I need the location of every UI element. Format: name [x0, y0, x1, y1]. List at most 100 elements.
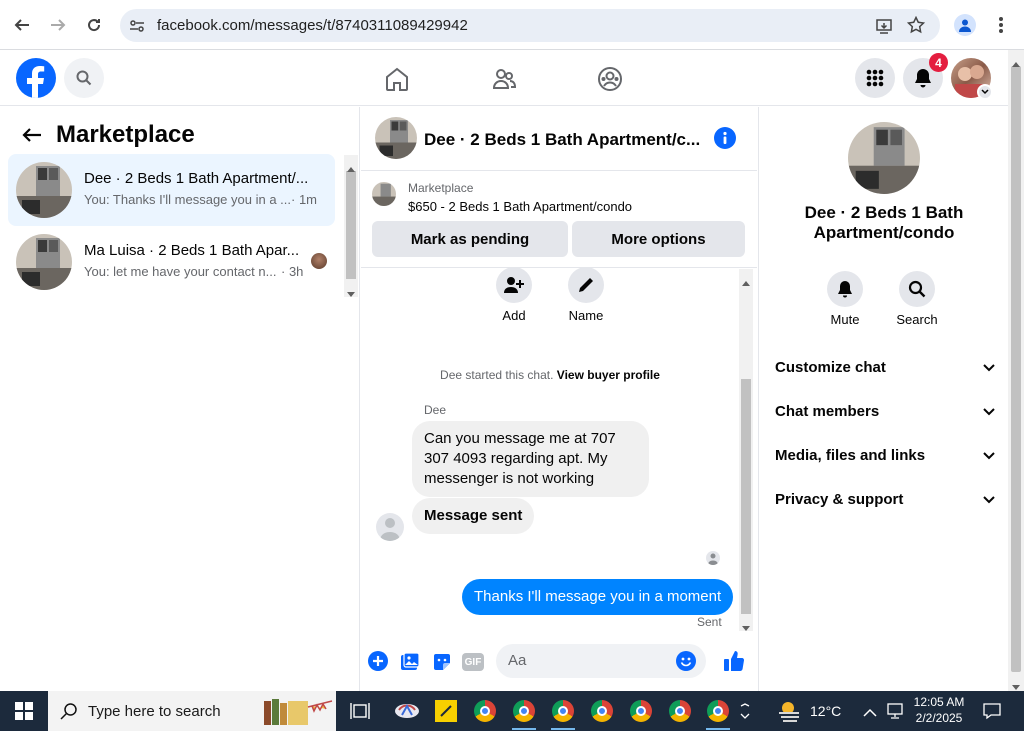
- reload-icon[interactable]: [82, 13, 106, 37]
- chrome-icon[interactable]: [665, 696, 695, 726]
- chrome-icon[interactable]: [626, 696, 656, 726]
- conversation-item[interactable]: Dee · 2 Beds 1 Bath Apartment/... You: T…: [8, 154, 335, 226]
- page-scrollbar-thumb[interactable]: [1011, 66, 1021, 672]
- more-options-button[interactable]: More options: [572, 221, 745, 257]
- facebook-header: 4: [0, 50, 1008, 106]
- clock-date: 2/2/2025: [915, 711, 963, 725]
- clock[interactable]: 12:05 AM 2/2/2025: [910, 694, 968, 726]
- chevron-down-icon[interactable]: [983, 359, 995, 376]
- listing-title[interactable]: $650 - 2 Beds 1 Bath Apartment/condo: [408, 199, 632, 214]
- chevron-down-icon[interactable]: [983, 403, 995, 420]
- notification-badge: 4: [929, 53, 948, 72]
- read-receipt-avatar: [311, 253, 327, 269]
- home-icon[interactable]: [384, 66, 410, 97]
- view-buyer-profile-link[interactable]: View buyer profile: [557, 368, 660, 382]
- sticky-notes-icon[interactable]: [431, 696, 461, 726]
- list-scrollbar-thumb[interactable]: [346, 171, 356, 279]
- windows-taskbar: Type here to search 12°C 12:05 AM 2/2/20…: [0, 691, 1024, 731]
- groups-icon[interactable]: [597, 66, 623, 97]
- running-indicator: [706, 728, 730, 730]
- chevron-down-icon[interactable]: [740, 703, 750, 724]
- back-arrow-icon[interactable]: [10, 13, 34, 37]
- listing-thumbnail[interactable]: [372, 182, 396, 206]
- address-bar[interactable]: facebook.com/messages/t/8740311089429942: [120, 9, 940, 42]
- search-icon[interactable]: [64, 58, 104, 98]
- install-app-icon[interactable]: [875, 17, 893, 40]
- scroll-down-icon[interactable]: [742, 619, 750, 637]
- site-settings-icon[interactable]: [129, 18, 145, 39]
- menu-grid-icon[interactable]: [855, 58, 895, 98]
- add-person-icon[interactable]: [496, 267, 532, 303]
- chrome-icon[interactable]: [587, 696, 617, 726]
- chrome-icon[interactable]: [470, 696, 500, 726]
- notification-center-icon[interactable]: [983, 702, 1001, 725]
- add-label[interactable]: Add: [491, 308, 537, 323]
- gallery-icon[interactable]: [400, 652, 420, 677]
- divider: [361, 267, 757, 268]
- mark-as-pending-button[interactable]: Mark as pending: [372, 221, 568, 257]
- message-input[interactable]: Aa: [496, 644, 706, 678]
- customize-chat-section[interactable]: Customize chat: [775, 359, 995, 376]
- chrome-icon[interactable]: [703, 696, 733, 726]
- search-label[interactable]: Search: [889, 312, 945, 327]
- message-bubble[interactable]: Message sent: [412, 498, 535, 534]
- friends-icon[interactable]: [491, 66, 517, 97]
- facebook-logo-icon[interactable]: [16, 58, 56, 98]
- profile-icon[interactable]: [954, 14, 976, 36]
- sticker-icon[interactable]: [432, 652, 452, 677]
- chevron-up-icon[interactable]: [863, 705, 877, 723]
- weather-icon[interactable]: [777, 699, 803, 728]
- chat-avatar[interactable]: [375, 117, 417, 159]
- media-files-links-section[interactable]: Media, files and links: [775, 447, 995, 464]
- scroll-up-icon[interactable]: [742, 273, 750, 291]
- chat-members-section[interactable]: Chat members: [775, 403, 995, 420]
- like-icon[interactable]: [723, 650, 745, 677]
- chat-info-panel: Dee · 2 Beds 1 Bath Apartment/condo Mute…: [758, 107, 1008, 691]
- chrome-icon[interactable]: [509, 696, 539, 726]
- scroll-up-icon[interactable]: [347, 159, 355, 177]
- forward-arrow-icon[interactable]: [46, 13, 70, 37]
- task-view-icon[interactable]: [345, 696, 375, 726]
- scroll-down-icon[interactable]: [347, 285, 355, 303]
- chevron-down-icon[interactable]: [983, 447, 995, 464]
- back-arrow-icon[interactable]: [22, 127, 42, 148]
- search-highlight-icon[interactable]: [262, 695, 334, 727]
- chevron-down-icon[interactable]: [977, 84, 993, 100]
- temperature-text[interactable]: 12°C: [810, 703, 841, 719]
- gif-icon[interactable]: GIF: [462, 653, 484, 671]
- message-bubble[interactable]: Can you message me at 707 307 4093 regar…: [412, 421, 649, 497]
- clock-time: 12:05 AM: [913, 695, 965, 709]
- chat-title[interactable]: Dee · 2 Beds 1 Bath Apartment/c...: [424, 130, 700, 150]
- chat-info-avatar[interactable]: [848, 122, 920, 194]
- chat-panel: Dee · 2 Beds 1 Bath Apartment/c... Marke…: [361, 107, 757, 691]
- taskbar-search-box[interactable]: Type here to search: [48, 691, 336, 731]
- pencil-icon[interactable]: [568, 267, 604, 303]
- name-label[interactable]: Name: [561, 308, 611, 323]
- plus-icon[interactable]: [368, 651, 388, 671]
- bookmark-star-icon[interactable]: [906, 15, 926, 39]
- chrome-icon[interactable]: [548, 696, 578, 726]
- windows-start-icon[interactable]: [9, 696, 39, 726]
- menu-dots-icon[interactable]: [998, 16, 1004, 39]
- privacy-support-section[interactable]: Privacy & support: [775, 491, 995, 508]
- conversation-item[interactable]: Ma Luisa · 2 Beds 1 Bath Apar... You: le…: [8, 226, 335, 298]
- search-icon[interactable]: [899, 271, 935, 307]
- emoji-icon[interactable]: [676, 651, 696, 671]
- url-text[interactable]: facebook.com/messages/t/8740311089429942: [157, 17, 468, 34]
- my-message-bubble[interactable]: Thanks I'll message you in a moment: [462, 579, 734, 615]
- message-input-placeholder: Aa: [508, 652, 527, 669]
- scroll-up-icon[interactable]: [1012, 54, 1020, 72]
- chat-started-note: Dee started this chat. View buyer profil…: [361, 368, 739, 382]
- mute-label[interactable]: Mute: [817, 312, 873, 327]
- sender-avatar[interactable]: [376, 513, 404, 541]
- taskbar-search-placeholder: Type here to search: [88, 703, 221, 720]
- section-label: Chat members: [775, 403, 880, 420]
- chat-scrollbar-thumb[interactable]: [741, 379, 751, 614]
- chevron-down-icon[interactable]: [983, 491, 995, 508]
- app-icon[interactable]: [392, 696, 422, 726]
- chat-list-panel: Marketplace Dee · 2 Beds 1 Bath Apartmen…: [0, 107, 360, 691]
- bell-icon[interactable]: [827, 271, 863, 307]
- listing-thumbnail: [16, 234, 72, 290]
- info-icon[interactable]: [714, 127, 736, 149]
- network-icon[interactable]: [886, 703, 904, 724]
